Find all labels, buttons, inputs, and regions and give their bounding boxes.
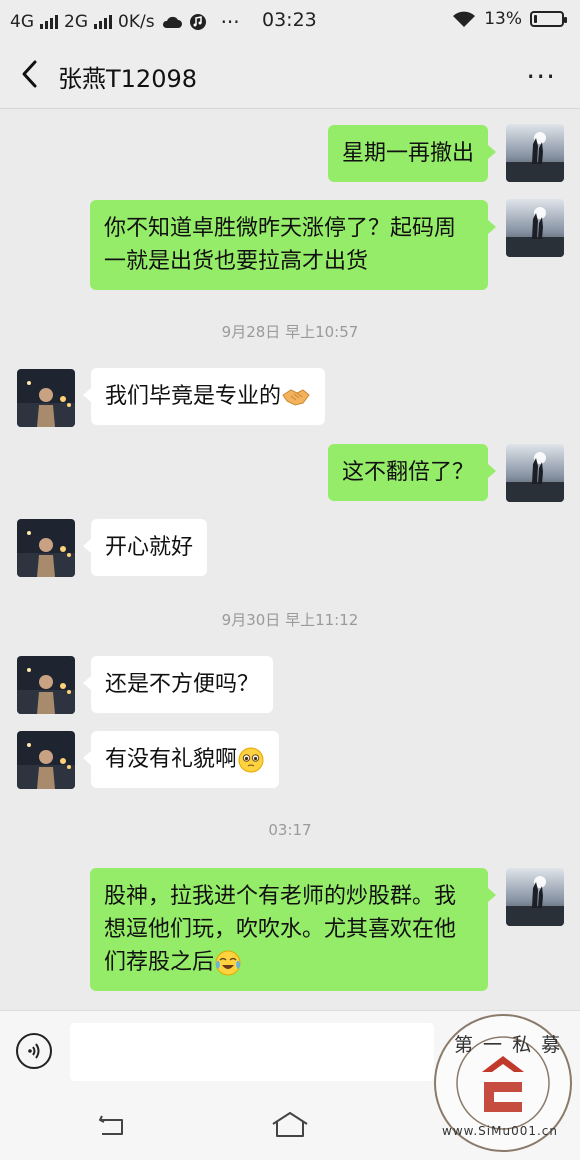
message-bubble-outgoing[interactable]: 星期一再撤出 bbox=[327, 125, 497, 182]
battery-percent: 13% bbox=[484, 9, 522, 29]
cloud-icon bbox=[162, 16, 182, 28]
chat-title: 张燕T12098 bbox=[58, 65, 198, 93]
message-text: 我们毕竟是专业的 bbox=[105, 384, 282, 409]
status-time: 03:23 bbox=[262, 9, 317, 31]
signal-icon bbox=[40, 15, 58, 29]
message-bubble-incoming[interactable]: 我们毕竟是专业的 bbox=[82, 368, 326, 425]
network-speed: 0K/s bbox=[118, 12, 155, 32]
my-avatar[interactable] bbox=[506, 868, 564, 926]
message-text: 股神，拉我进个有老师的炒股群。我想逗他们玩，吹吹水。尤其喜欢在他们荐股之后 bbox=[104, 884, 457, 975]
timestamp: 9月30日 早上11:12 bbox=[221, 611, 359, 629]
crying-laughing-emoji-icon bbox=[215, 950, 241, 976]
message-text: 开心就好 bbox=[105, 535, 194, 560]
watermark-url: www.SiMu001.cn bbox=[442, 1124, 558, 1138]
network-4g-label: 4G bbox=[10, 12, 34, 32]
signal-icon-2 bbox=[94, 15, 112, 29]
message-bubble-incoming[interactable]: 还是不方便吗？ bbox=[82, 656, 274, 713]
wifi-icon bbox=[453, 11, 476, 27]
status-more-dots: ··· bbox=[220, 10, 240, 34]
timestamp: 9月28日 早上10:57 bbox=[221, 323, 359, 341]
message-list: 星期一再撤出 你不知道卓胜微昨天涨停了？起码周一就是出货也要拉高才出货 9月28… bbox=[0, 109, 580, 1009]
system-back-icon[interactable] bbox=[96, 1112, 128, 1138]
message-text: 你不知道卓胜微昨天涨停了？起码周一就是出货也要拉高才出货 bbox=[104, 216, 457, 274]
contact-avatar[interactable] bbox=[17, 656, 75, 714]
handshake-emoji-icon bbox=[282, 389, 310, 406]
message-text: 这不翻倍了？ bbox=[341, 460, 474, 485]
contact-avatar[interactable] bbox=[17, 731, 75, 789]
message-bubble-outgoing[interactable]: 你不知道卓胜微昨天涨停了？起码周一就是出货也要拉高才出货 bbox=[90, 200, 496, 290]
pleading-face-emoji-icon bbox=[238, 747, 264, 773]
voice-input-icon[interactable] bbox=[16, 1033, 52, 1069]
watermark-title: 第 一 私 募 bbox=[454, 1034, 563, 1056]
my-avatar[interactable] bbox=[506, 124, 564, 182]
message-bubble-outgoing[interactable]: 股神，拉我进个有老师的炒股群。我想逗他们玩，吹吹水。尤其喜欢在他们荐股之后 bbox=[90, 868, 496, 991]
message-bubble-incoming[interactable]: 有没有礼貌啊 bbox=[82, 731, 280, 788]
message-bubble-incoming[interactable]: 开心就好 bbox=[82, 519, 208, 576]
message-text: 还是不方便吗？ bbox=[105, 672, 260, 697]
my-avatar[interactable] bbox=[506, 199, 564, 257]
watermark-stamp: 第 一 私 募 www.SiMu001.cn bbox=[432, 1012, 574, 1154]
chat-header: 张燕T12098 ··· bbox=[0, 40, 580, 109]
message-bubble-outgoing[interactable]: 这不翻倍了？ bbox=[327, 444, 497, 501]
back-arrow-icon[interactable] bbox=[16, 58, 44, 90]
my-avatar[interactable] bbox=[506, 444, 564, 502]
contact-avatar[interactable] bbox=[17, 519, 75, 577]
status-bar: 4G 2G 0K/s ··· 03:23 13% bbox=[0, 0, 580, 40]
network-2g-label: 2G bbox=[64, 12, 88, 32]
timestamp: 03:17 bbox=[268, 821, 312, 839]
contact-avatar[interactable] bbox=[17, 369, 75, 427]
system-home-icon[interactable] bbox=[270, 1110, 310, 1140]
message-text: 有没有礼貌啊 bbox=[105, 747, 238, 772]
message-text: 星期一再撤出 bbox=[341, 141, 474, 166]
battery-icon bbox=[530, 11, 567, 27]
more-options-icon[interactable]: ··· bbox=[526, 60, 556, 93]
message-input[interactable] bbox=[70, 1023, 434, 1081]
music-icon bbox=[189, 14, 206, 30]
